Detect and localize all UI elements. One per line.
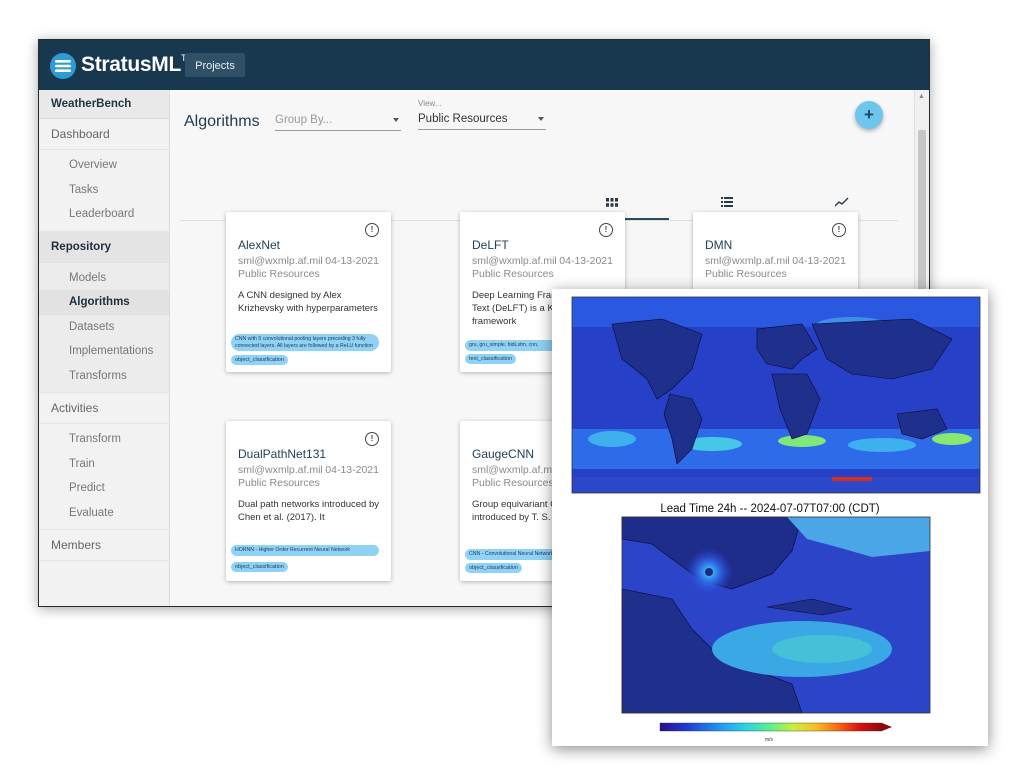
chart-view-icon [834,197,848,207]
projects-button[interactable]: Projects [185,53,245,77]
grid-view-icon [605,197,618,207]
scroll-up-icon[interactable]: ▲ [918,93,925,100]
sidebar-group-activities: Transform Train Predict Evaluate [39,424,169,530]
card-scope: Public Resources [238,477,320,489]
sidebar-section-dashboard[interactable]: Dashboard [39,119,169,150]
group-by-placeholder: Group By... [275,114,333,126]
card-description: A CNN designed by Alex Krizhevsky with h… [238,290,378,314]
sidebar-item-predict[interactable]: Predict [39,476,169,501]
card-email: sml@wxmlp.af.mil [238,464,323,476]
card-date: 04-13-2021 [325,464,379,476]
sidebar-project-name[interactable]: WeatherBench [39,90,169,119]
sidebar-item-transforms[interactable]: Transforms [39,364,169,389]
info-icon[interactable]: ! [365,223,379,237]
group-by-select[interactable]: Group By... [275,110,401,131]
add-algorithm-button[interactable]: + [855,101,883,129]
card-name[interactable]: DeLFT [472,238,509,252]
card-email: sml@wxmlp.af.mil [472,464,557,476]
card-tag-task[interactable]: text_classification [465,354,517,364]
global-wind-map [571,296,981,494]
sidebar-group-dashboard: Overview Tasks Leaderboard [39,150,169,232]
card-date: 04-13-2021 [559,255,613,267]
lead-time-title: Lead Time 24h -- 2024-07-07T07:00 (CDT) [660,503,879,515]
info-icon[interactable]: ! [365,432,379,446]
sidebar-item-tasks[interactable]: Tasks [39,178,169,203]
sidebar-section-repository[interactable]: Repository [39,231,169,263]
sidebar-item-leaderboard[interactable]: Leaderboard [39,202,169,227]
sidebar: WeatherBench Dashboard Overview Tasks Le… [39,90,170,606]
view-select[interactable]: Public Resources [418,109,546,130]
sidebar-item-train[interactable]: Train [39,452,169,477]
card-scope: Public Resources [472,477,554,489]
regional-wind-map [621,516,931,714]
top-bar: StratusMLTM Projects [39,40,929,90]
sidebar-section-members[interactable]: Members [39,530,169,561]
sidebar-item-datasets[interactable]: Datasets [39,315,169,340]
card-scope: Public Resources [705,268,787,280]
card-name[interactable]: DMN [705,238,732,252]
sidebar-group-repository: Models Algorithms Datasets Implementatio… [39,262,169,393]
card-email: sml@wxmlp.af.mil [238,255,323,267]
card-date: 04-13-2021 [792,255,846,267]
sidebar-section-activities[interactable]: Activities [39,393,169,424]
colorbar: m/s [659,722,892,743]
weather-forecast-figure: Lead Time 24h -- 2024-07-07T07:00 (CDT) … [552,289,988,746]
card-email: sml@wxmlp.af.mil [705,255,790,267]
card-tag-architecture[interactable]: HORNN - Higher Order Recurrent Neural Ne… [231,545,379,556]
card-date: 04-13-2021 [325,255,379,267]
sidebar-item-models[interactable]: Models [39,266,169,291]
card-name[interactable]: AlexNet [238,238,280,252]
card-tag-task[interactable]: object_classification [231,562,288,572]
card-name[interactable]: GaugeCNN [472,447,534,461]
brand-name[interactable]: StratusMLTM [81,53,194,77]
weather-maps: Lead Time 24h -- 2024-07-07T07:00 (CDT) … [571,296,981,743]
card-name[interactable]: DualPathNet131 [238,447,326,461]
card-tag-architecture[interactable]: CNN with 5 convolutional pooling layers … [231,334,379,351]
algorithm-card-alexnet[interactable]: ! AlexNet sml@wxmlp.af.mil 04-13-2021 Pu… [226,212,391,372]
info-icon[interactable]: ! [832,223,846,237]
chevron-down-icon [393,118,399,122]
colorbar-unit: m/s [765,737,774,743]
card-tag-task[interactable]: object_classification [231,355,288,365]
card-tag-task[interactable]: object_classification [465,563,522,573]
view-select-label: View... [418,99,442,108]
sidebar-item-evaluate[interactable]: Evaluate [39,501,169,526]
algorithm-card-dualpathnet131[interactable]: ! DualPathNet131 sml@wxmlp.af.mil 04-13-… [226,421,391,581]
card-email: sml@wxmlp.af.mil [472,255,557,267]
card-scope: Public Resources [472,268,554,280]
info-icon[interactable]: ! [599,223,613,237]
list-view-icon [720,197,733,207]
stratusml-logo-icon [50,53,76,79]
card-description: Dual path networks introduced by Chen et… [238,499,379,523]
page-title: Algorithms [184,113,260,130]
card-scope: Public Resources [238,268,320,280]
chevron-down-icon [538,117,544,121]
sidebar-item-transform[interactable]: Transform [39,427,169,452]
sidebar-item-algorithms[interactable]: Algorithms [39,290,169,315]
view-select-value: Public Resources [418,113,508,125]
sidebar-item-overview[interactable]: Overview [39,153,169,178]
sidebar-item-implementations[interactable]: Implementations [39,339,169,364]
